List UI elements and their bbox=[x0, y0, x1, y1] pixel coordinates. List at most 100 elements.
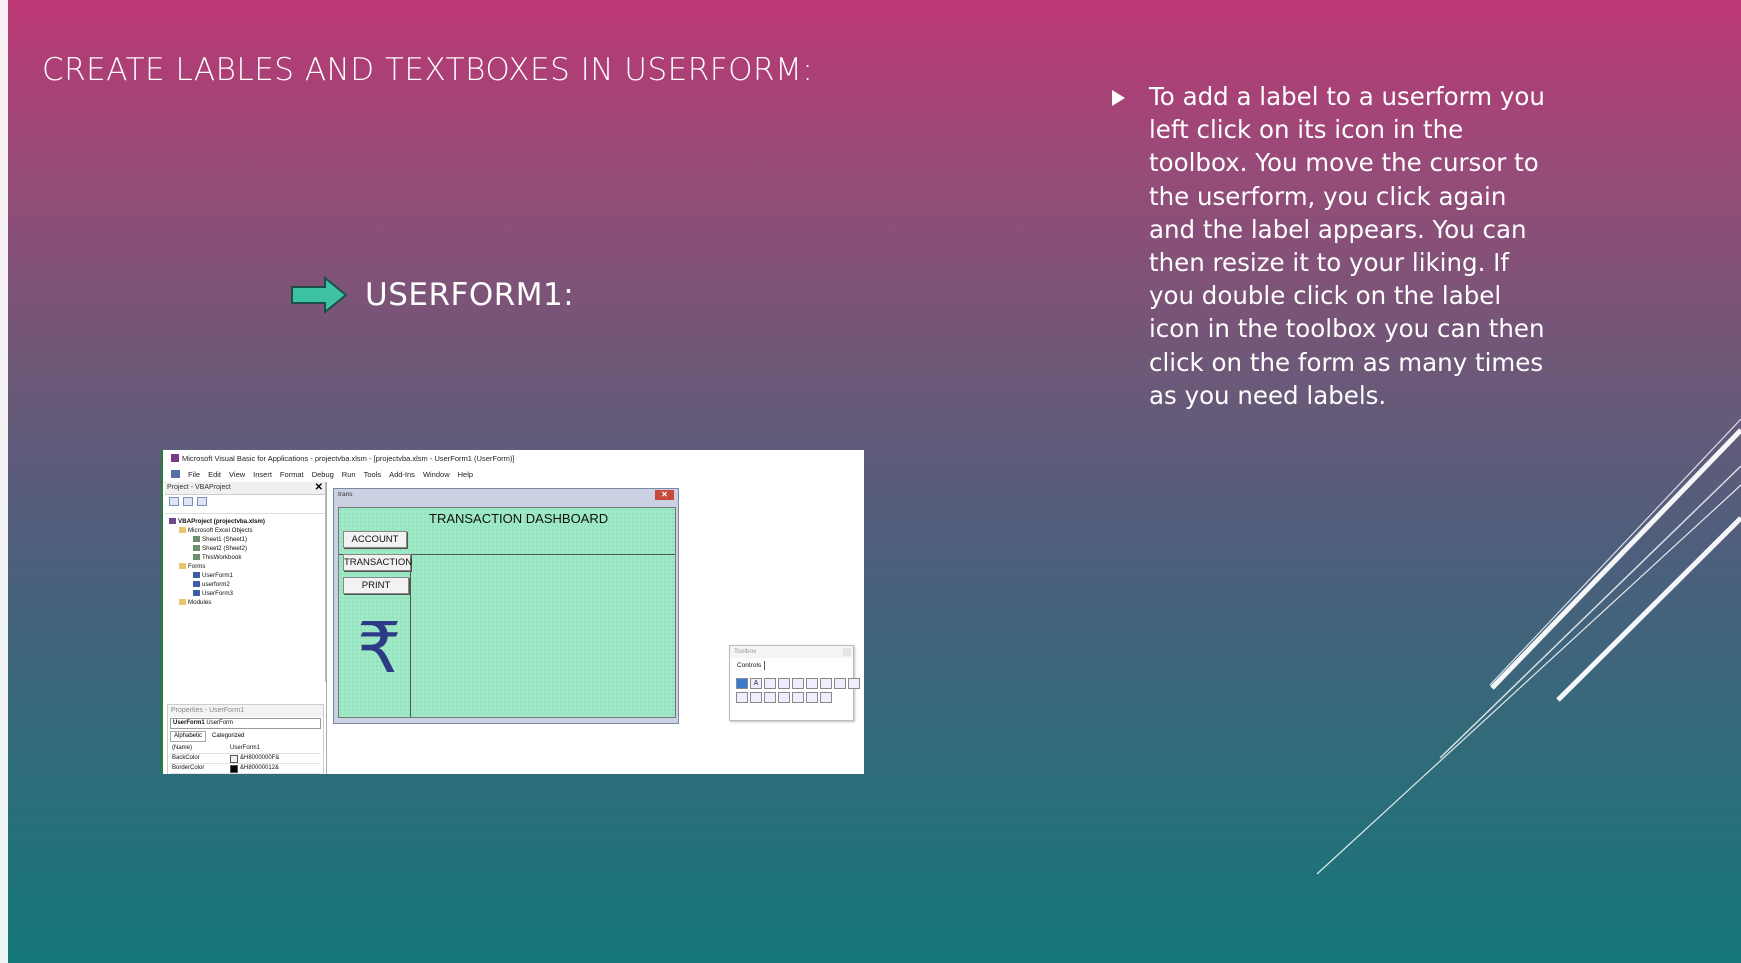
userform-body[interactable]: TRANSACTION DASHBOARD ACCOUNT TRANSACTIO… bbox=[338, 507, 676, 718]
menu-window[interactable]: Window bbox=[423, 470, 450, 479]
multipage-icon[interactable] bbox=[764, 692, 776, 703]
property-key: BackColor bbox=[172, 755, 200, 761]
color-swatch bbox=[230, 754, 238, 763]
property-value: UserForm1 bbox=[230, 745, 261, 751]
sheet-icon bbox=[193, 545, 200, 552]
label-icon[interactable]: A bbox=[750, 678, 762, 689]
tree-item-sheet2[interactable]: Sheet2 (Sheet2) bbox=[169, 544, 325, 553]
property-key: (Name) bbox=[172, 745, 193, 751]
vba-titlebar: Microsoft Visual Basic for Applications … bbox=[163, 450, 864, 466]
tree-item-thisworkbook[interactable]: ThisWorkbook bbox=[169, 553, 325, 562]
toggle-folders-icon[interactable] bbox=[197, 497, 207, 506]
property-value: &H80000012& bbox=[240, 765, 280, 771]
excel-view-icon[interactable] bbox=[171, 470, 180, 478]
spinbutton-icon[interactable] bbox=[792, 692, 804, 703]
project-explorer: Project - VBAProject ✕ VBAProject (proje… bbox=[165, 482, 326, 682]
folder-icon bbox=[179, 527, 186, 534]
tree-label: Microsoft Excel Objects bbox=[188, 527, 253, 534]
print-button[interactable]: PRINT bbox=[343, 577, 409, 594]
toolbox-controls-grid: A bbox=[736, 678, 860, 703]
properties-object-type: UserForm bbox=[206, 720, 234, 726]
view-object-icon[interactable] bbox=[183, 497, 193, 506]
menu-file[interactable]: File bbox=[188, 470, 200, 479]
transaction-button[interactable]: TRANSACTION bbox=[343, 554, 412, 571]
properties-window: Properties - UserForm1 UserForm1 UserFor… bbox=[167, 704, 324, 774]
tree-label: ThisWorkbook bbox=[202, 554, 242, 561]
rupee-symbol-image[interactable]: ₹ bbox=[357, 613, 402, 683]
toolbox-header: Toolbox bbox=[730, 646, 853, 658]
dashboard-heading-label[interactable]: TRANSACTION DASHBOARD bbox=[429, 511, 608, 526]
menu-run[interactable]: Run bbox=[342, 470, 356, 479]
menu-format[interactable]: Format bbox=[280, 470, 304, 479]
toolbox-title: Toolbox bbox=[734, 648, 757, 655]
folder-icon bbox=[179, 599, 186, 606]
tab-categorized[interactable]: Categorized bbox=[208, 731, 249, 742]
tree-label: VBAProject (projectvba.xlsm) bbox=[178, 518, 265, 525]
optionbutton-icon[interactable] bbox=[820, 678, 832, 689]
commandbutton-icon[interactable] bbox=[736, 692, 748, 703]
tree-label: Forms bbox=[188, 563, 206, 570]
color-swatch bbox=[230, 764, 238, 773]
toolbox-tab-controls[interactable]: Controls bbox=[734, 661, 766, 670]
sheet-icon bbox=[193, 554, 200, 561]
project-icon bbox=[169, 518, 176, 525]
properties-object-name: UserForm1 bbox=[173, 720, 205, 726]
frame-icon[interactable] bbox=[848, 678, 860, 689]
tree-item-forms[interactable]: Forms bbox=[169, 562, 325, 571]
property-row[interactable]: BackColor &H8000000F& bbox=[170, 754, 321, 764]
menu-addins[interactable]: Add-Ins bbox=[389, 470, 415, 479]
menu-tools[interactable]: Tools bbox=[364, 470, 382, 479]
view-code-icon[interactable] bbox=[169, 497, 179, 506]
userform-designer[interactable]: trans ✕ TRANSACTION DASHBOARD ACCOUNT TR… bbox=[333, 488, 679, 724]
tree-item-project[interactable]: VBAProject (projectvba.xlsm) bbox=[169, 517, 325, 526]
combobox-icon[interactable] bbox=[778, 678, 790, 689]
menu-debug[interactable]: Debug bbox=[312, 470, 334, 479]
tree-item-userform1[interactable]: UserForm1 bbox=[169, 571, 325, 580]
pointer-icon[interactable] bbox=[736, 678, 748, 689]
close-icon[interactable]: ✕ bbox=[315, 482, 323, 494]
slide-left-edge bbox=[0, 0, 8, 963]
form-icon bbox=[193, 590, 200, 597]
image-icon[interactable] bbox=[806, 692, 818, 703]
listbox-icon[interactable] bbox=[792, 678, 804, 689]
property-row[interactable]: (Name) UserForm1 bbox=[170, 744, 321, 754]
tree-item-excel-objects[interactable]: Microsoft Excel Objects bbox=[169, 526, 325, 535]
menu-view[interactable]: View bbox=[229, 470, 245, 479]
vba-editor-screenshot: Microsoft Visual Basic for Applications … bbox=[161, 450, 864, 774]
tree-item-modules[interactable]: Modules bbox=[169, 598, 325, 607]
toolbox-close-icon[interactable] bbox=[843, 648, 851, 656]
project-tree: VBAProject (projectvba.xlsm) Microsoft E… bbox=[165, 514, 325, 607]
tree-item-userform2[interactable]: userform2 bbox=[169, 580, 325, 589]
tabstrip-icon[interactable] bbox=[750, 692, 762, 703]
bullet-block: To add a label to a userform you left cl… bbox=[1112, 80, 1552, 412]
menu-help[interactable]: Help bbox=[458, 470, 473, 479]
menu-insert[interactable]: Insert bbox=[253, 470, 272, 479]
folder-icon bbox=[179, 563, 186, 570]
property-value: &H8000000F& bbox=[240, 755, 280, 761]
togglebutton-icon[interactable] bbox=[834, 678, 846, 689]
slide-title: CREATE LABLES AND TEXTBOXES IN USERFORM: bbox=[42, 52, 814, 88]
form-icon bbox=[193, 581, 200, 588]
textbox-icon[interactable] bbox=[764, 678, 776, 689]
account-button[interactable]: ACCOUNT bbox=[343, 531, 407, 548]
userform-close-icon[interactable]: ✕ bbox=[655, 490, 674, 500]
vba-menubar: File Edit View Insert Format Debug Run T… bbox=[163, 466, 864, 483]
properties-object-select[interactable]: UserForm1 UserForm bbox=[170, 718, 321, 729]
userform-subheading: USERFORM1: bbox=[365, 277, 575, 313]
project-explorer-header: Project - VBAProject ✕ bbox=[165, 482, 325, 495]
properties-title: Properties - UserForm1 bbox=[168, 705, 323, 717]
property-row[interactable]: BorderColor &H80000012& bbox=[170, 764, 321, 774]
bullet-text: To add a label to a userform you left cl… bbox=[1149, 82, 1545, 410]
decorative-lines bbox=[1316, 418, 1741, 875]
menu-edit[interactable]: Edit bbox=[208, 470, 221, 479]
scrollbar-icon[interactable] bbox=[778, 692, 790, 703]
sheet-icon bbox=[193, 536, 200, 543]
project-explorer-title: Project - VBAProject bbox=[167, 484, 231, 491]
tree-item-sheet1[interactable]: Sheet1 (Sheet1) bbox=[169, 535, 325, 544]
form-icon bbox=[193, 572, 200, 579]
checkbox-icon[interactable] bbox=[806, 678, 818, 689]
tab-alphabetic[interactable]: Alphabetic bbox=[170, 731, 207, 742]
tree-item-userform3[interactable]: UserForm3 bbox=[169, 589, 325, 598]
property-key: BorderColor bbox=[172, 765, 205, 771]
refedit-icon[interactable] bbox=[820, 692, 832, 703]
